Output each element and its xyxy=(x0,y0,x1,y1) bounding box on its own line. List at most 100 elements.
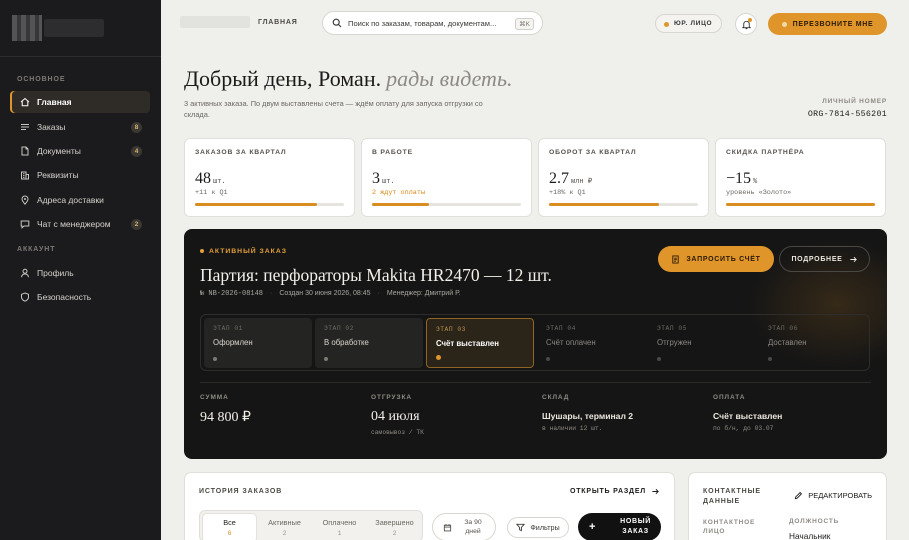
stat-number: 2.7 xyxy=(549,170,569,187)
legal-entity-switch[interactable]: ЮР. ЛИЦО xyxy=(655,14,723,33)
tab-label: Все xyxy=(223,518,236,527)
tab-label: Активные xyxy=(268,518,301,527)
list-icon xyxy=(20,122,30,132)
info-label: ОТГРУЗКА xyxy=(371,394,412,401)
stat-progress-bar xyxy=(549,203,698,206)
order-progress-stages: ЭТАП 01 Оформлен ЭТАП 02 В обработке ЭТА… xyxy=(200,314,870,371)
chat-icon xyxy=(20,219,30,229)
edit-contacts-button[interactable]: РЕДАКТИРОВАТЬ xyxy=(794,491,872,500)
stat-unit: шт. xyxy=(382,178,395,186)
date-range-filter[interactable]: За 90 дней xyxy=(432,513,496,540)
stage-dot xyxy=(324,357,328,361)
org-number-label: ЛИЧНЫЙ НОМЕР xyxy=(822,98,887,105)
sidebar-item-label: Реквизиты xyxy=(37,170,79,180)
sidebar-item-requisites[interactable]: Реквизиты xyxy=(10,164,150,186)
position-label: ДОЛЖНОСТЬ xyxy=(789,518,840,525)
stage-number: ЭТАП 03 xyxy=(436,326,466,333)
section-title: ИСТОРИЯ ЗАКАЗОВ xyxy=(199,488,283,495)
stage-dot xyxy=(768,357,772,361)
sidebar-item-label: Главная xyxy=(37,97,72,107)
sidebar-item-profile[interactable]: Профиль xyxy=(10,262,150,284)
stage-dot xyxy=(213,357,217,361)
stat-delta: +18% к Q1 xyxy=(549,189,586,197)
info-value: Шушары, терминал 2 xyxy=(542,411,634,421)
filter-icon xyxy=(516,523,526,532)
sidebar-item-addresses[interactable]: Адреса доставки xyxy=(10,189,150,211)
sidebar-divider xyxy=(0,56,161,57)
tab-label: Завершено xyxy=(375,518,414,527)
greeting-accent: рады видеть. xyxy=(386,66,513,91)
stat-value: 48 шт. xyxy=(195,170,344,188)
stat-card-partner-discount: СКИДКА ПАРТНЁРА −15% уровень «Золото» xyxy=(715,138,886,217)
stat-progress-fill xyxy=(549,203,660,206)
tab-active[interactable]: Активные 2 xyxy=(258,514,311,540)
open-section-label: ОТКРЫТЬ РАЗДЕЛ xyxy=(569,488,646,495)
company-logo[interactable] xyxy=(12,15,42,41)
order-created: Создан 30 июня 2026, 08:45 xyxy=(279,290,371,297)
sidebar-item-label: Адреса доставки xyxy=(37,195,104,205)
info-value: 94 800 ₽ xyxy=(200,410,251,425)
stage-item: ЭТАП 06 Доставлен xyxy=(759,318,867,368)
greeting-subtitle: 3 активных заказа. По двум выставлены сч… xyxy=(184,99,483,119)
request-invoice-button[interactable]: ЗАПРОСИТЬ СЧЁТ xyxy=(658,246,774,272)
stage-name: Доставлен xyxy=(768,338,807,347)
stage-number: ЭТАП 04 xyxy=(546,325,576,332)
notifications-button[interactable] xyxy=(735,13,757,35)
order-details-button[interactable]: ПОДРОБНЕЕ xyxy=(779,246,870,272)
orders-count-badge: 8 xyxy=(131,122,142,133)
info-label: СКЛАД xyxy=(542,394,570,401)
tab-count: 2 xyxy=(282,530,287,537)
open-section-link[interactable]: ОТКРЫТЬ РАЗДЕЛ xyxy=(570,487,660,496)
filters-button[interactable]: Фильтры xyxy=(507,517,569,538)
new-order-button[interactable]: + НОВЫЙ ЗАКАЗ xyxy=(578,513,661,540)
sidebar-item-orders[interactable]: Заказы 8 xyxy=(10,116,150,138)
info-hint: по б/н, до 03.07 xyxy=(713,425,774,432)
search-input[interactable] xyxy=(348,18,508,28)
stage-number: ЭТАП 06 xyxy=(768,325,798,332)
stage-dot xyxy=(546,357,550,361)
arrow-right-icon xyxy=(849,256,857,262)
chat-count-badge: 2 xyxy=(131,219,142,230)
order-meta: № NB-2026-08148 · Создан 30 июня 2026, 08:… xyxy=(200,290,461,298)
notification-dot xyxy=(748,18,752,22)
sidebar-item-label: Документы xyxy=(37,146,81,156)
search-bar[interactable]: ⌘K xyxy=(322,11,543,35)
filters-label: Фильтры xyxy=(530,523,560,532)
stage-name: Счёт оплачен xyxy=(546,338,596,347)
tab-completed[interactable]: Завершено 2 xyxy=(368,514,421,540)
account-name-blurred xyxy=(180,16,250,28)
sidebar-section-main: ОСНОВНОЕ xyxy=(17,76,66,83)
calendar-icon xyxy=(443,523,452,531)
invoice-icon xyxy=(672,254,679,264)
stat-delta: уровень «Золото» xyxy=(726,189,792,197)
sidebar-item-home[interactable]: Главная xyxy=(10,91,150,113)
callback-button[interactable]: ПЕРЕЗВОНИТЕ МНЕ xyxy=(768,13,887,35)
search-icon xyxy=(332,18,342,28)
stat-number: −15 xyxy=(726,170,752,187)
document-icon xyxy=(20,146,30,156)
stage-item: ЭТАП 04 Счёт оплачен xyxy=(537,318,645,368)
documents-count-badge: 4 xyxy=(131,146,142,157)
stat-progress-fill xyxy=(726,203,875,206)
stat-card-orders-quarter: ЗАКАЗОВ ЗА КВАРТАЛ 48 шт. +11 к Q1 xyxy=(184,138,355,217)
order-info-sum: СУММА 94 800 ₽ xyxy=(200,394,251,426)
building-icon xyxy=(20,170,30,180)
tab-all[interactable]: Все 6 xyxy=(203,514,256,540)
stat-value: 3 шт. xyxy=(372,170,521,188)
tab-paid[interactable]: Оплачено 1 xyxy=(313,514,366,540)
breadcrumb[interactable]: ГЛАВНАЯ xyxy=(258,19,298,26)
sidebar-item-documents[interactable]: Документы 4 xyxy=(10,140,150,162)
section-title: КОНТАКТНЫЕ ДАННЫЕ xyxy=(703,488,761,505)
stage-name: В обработке xyxy=(324,338,369,347)
sidebar-item-chat[interactable]: Чат с менеджером 2 xyxy=(10,213,150,235)
org-number-value: ORG-7814-556201 xyxy=(807,110,887,119)
sidebar-item-label: Чат с менеджером xyxy=(37,219,111,229)
sidebar-item-label: Безопасность xyxy=(37,292,92,302)
stat-card-turnover: ОБОРОТ ЗА КВАРТАЛ 2.7 млн ₽ +18% к Q1 xyxy=(538,138,709,217)
arrow-right-icon xyxy=(652,488,659,495)
search-shortcut-hint: ⌘K xyxy=(515,18,534,30)
stat-number: 3 xyxy=(372,170,380,187)
sidebar-item-security[interactable]: Безопасность xyxy=(10,286,150,308)
stage-number: ЭТАП 01 xyxy=(213,325,243,332)
edit-contacts-label: РЕДАКТИРОВАТЬ xyxy=(808,491,872,500)
